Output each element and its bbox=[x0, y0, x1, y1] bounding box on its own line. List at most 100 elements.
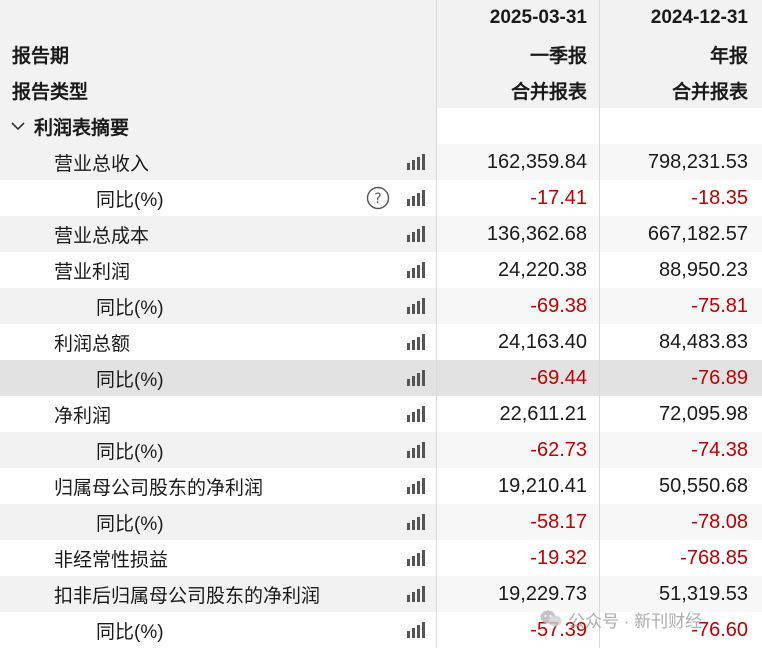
column-type-1: 合并报表 bbox=[436, 72, 599, 108]
bar-chart-icon[interactable] bbox=[406, 226, 426, 242]
bar-chart-icon[interactable] bbox=[406, 190, 426, 206]
bar-chart-icon[interactable] bbox=[406, 622, 426, 638]
bar-chart-icon[interactable] bbox=[406, 370, 426, 386]
table-row[interactable]: 归属母公司股东的净利润 19,210.41 50,550.68 bbox=[0, 468, 762, 504]
table-row[interactable]: 同比(%) -69.44 -76.89 bbox=[0, 360, 762, 396]
row-value-1: 19,210.41 bbox=[436, 468, 599, 504]
row-value-2: 72,095.98 bbox=[599, 396, 762, 432]
column-date-1[interactable]: 2025-03-31 bbox=[436, 0, 599, 36]
bar-chart-icon[interactable] bbox=[406, 298, 426, 314]
section-empty-1 bbox=[436, 108, 599, 144]
row-value-1: -69.38 bbox=[436, 288, 599, 324]
section-toggle[interactable]: 利润表摘要 bbox=[0, 108, 436, 144]
row-value-1: -69.44 bbox=[436, 360, 599, 396]
column-type-2: 合并报表 bbox=[599, 72, 762, 108]
row-value-2: -768.85 bbox=[599, 540, 762, 576]
section-row[interactable]: 利润表摘要 bbox=[0, 108, 762, 144]
bar-chart-icon[interactable] bbox=[406, 334, 426, 350]
row-label: 营业利润 bbox=[54, 261, 131, 283]
row-label-cell: 同比(%) bbox=[0, 612, 436, 648]
financial-table: 2025-03-31 2024-12-31 报告期 一季报 年报 报告类型 合并… bbox=[0, 0, 762, 649]
row-value-2: -75.81 bbox=[599, 288, 762, 324]
bar-chart-icon[interactable] bbox=[406, 406, 426, 422]
row-label: 同比(%) bbox=[96, 189, 164, 211]
table-row[interactable]: 营业总成本 136,362.68 667,182.57 bbox=[0, 216, 762, 252]
row-value-2: 667,182.57 bbox=[599, 216, 762, 252]
row-label-cell: 同比(%)? bbox=[0, 180, 436, 216]
row-label: 同比(%) bbox=[96, 297, 164, 319]
row-label-cell: 营业总收入 bbox=[0, 144, 436, 180]
row-label: 利润总额 bbox=[54, 333, 131, 355]
row-value-2: 84,483.83 bbox=[599, 324, 762, 360]
column-date-2[interactable]: 2024-12-31 bbox=[599, 0, 762, 36]
row-value-2: 50,550.68 bbox=[599, 468, 762, 504]
bar-chart-icon[interactable] bbox=[406, 262, 426, 278]
type-label: 报告类型 bbox=[0, 72, 436, 108]
chevron-down-icon[interactable] bbox=[8, 116, 28, 136]
wechat-icon bbox=[540, 610, 562, 627]
table-row[interactable]: 同比(%)? -17.41 -18.35 bbox=[0, 180, 762, 216]
row-label: 扣非后归属母公司股东的净利润 bbox=[54, 585, 321, 607]
row-value-1: 162,359.84 bbox=[436, 144, 599, 180]
row-label-cell: 同比(%) bbox=[0, 360, 436, 396]
table-row[interactable]: 净利润 22,611.21 72,095.98 bbox=[0, 396, 762, 432]
section-empty-2 bbox=[599, 108, 762, 144]
row-label-cell: 非经常性损益 bbox=[0, 540, 436, 576]
row-label: 非经常性损益 bbox=[54, 549, 169, 571]
row-value-1: -17.41 bbox=[436, 180, 599, 216]
row-value-1: 22,611.21 bbox=[436, 396, 599, 432]
row-label: 同比(%) bbox=[96, 621, 164, 643]
header-type-row: 报告类型 合并报表 合并报表 bbox=[0, 72, 762, 108]
bar-chart-icon[interactable] bbox=[406, 478, 426, 494]
row-label: 同比(%) bbox=[96, 513, 164, 535]
bar-chart-icon[interactable] bbox=[406, 154, 426, 170]
row-label-cell: 同比(%) bbox=[0, 504, 436, 540]
table-row[interactable]: 营业总收入 162,359.84 798,231.53 bbox=[0, 144, 762, 180]
section-title: 利润表摘要 bbox=[34, 117, 130, 139]
column-period-2: 年报 bbox=[599, 36, 762, 72]
table-row[interactable]: 营业利润 24,220.38 88,950.23 bbox=[0, 252, 762, 288]
period-label: 报告期 bbox=[0, 36, 436, 72]
row-label: 同比(%) bbox=[96, 369, 164, 391]
row-value-2: -76.89 bbox=[599, 360, 762, 396]
row-label: 营业总收入 bbox=[54, 153, 150, 175]
row-label-cell: 营业总成本 bbox=[0, 216, 436, 252]
table-row[interactable]: 利润总额 24,163.40 84,483.83 bbox=[0, 324, 762, 360]
row-label-cell: 营业利润 bbox=[0, 252, 436, 288]
row-label-cell: 净利润 bbox=[0, 396, 436, 432]
watermark-text: 公众号 · 新刊财经 bbox=[568, 611, 703, 631]
row-label: 净利润 bbox=[54, 405, 112, 427]
bar-chart-icon[interactable] bbox=[406, 442, 426, 458]
table-row[interactable]: 同比(%) -58.17 -78.08 bbox=[0, 504, 762, 540]
row-label-cell: 归属母公司股东的净利润 bbox=[0, 468, 436, 504]
row-label-cell: 利润总额 bbox=[0, 324, 436, 360]
header-label-cell bbox=[0, 0, 436, 36]
row-label: 归属母公司股东的净利润 bbox=[54, 477, 264, 499]
header-period-row: 报告期 一季报 年报 bbox=[0, 36, 762, 72]
table-row[interactable]: 同比(%) -69.38 -75.81 bbox=[0, 288, 762, 324]
row-label-cell: 同比(%) bbox=[0, 432, 436, 468]
row-value-2: 88,950.23 bbox=[599, 252, 762, 288]
table-row[interactable]: 同比(%) -62.73 -74.38 bbox=[0, 432, 762, 468]
row-value-1: 136,362.68 bbox=[436, 216, 599, 252]
row-value-1: -19.32 bbox=[436, 540, 599, 576]
help-icon[interactable]: ? bbox=[366, 186, 390, 210]
bar-chart-icon[interactable] bbox=[406, 514, 426, 530]
row-label: 同比(%) bbox=[96, 441, 164, 463]
row-label-cell: 同比(%) bbox=[0, 288, 436, 324]
row-value-1: -58.17 bbox=[436, 504, 599, 540]
row-value-2: -74.38 bbox=[599, 432, 762, 468]
row-label: 营业总成本 bbox=[54, 225, 150, 247]
row-value-2: -18.35 bbox=[599, 180, 762, 216]
row-value-2: -78.08 bbox=[599, 504, 762, 540]
watermark: 公众号 · 新刊财经 bbox=[540, 604, 702, 634]
row-value-1: -62.73 bbox=[436, 432, 599, 468]
row-value-2: 798,231.53 bbox=[599, 144, 762, 180]
column-period-1: 一季报 bbox=[436, 36, 599, 72]
bar-chart-icon[interactable] bbox=[406, 550, 426, 566]
header-date-row: 2025-03-31 2024-12-31 bbox=[0, 0, 762, 36]
row-value-1: 24,220.38 bbox=[436, 252, 599, 288]
row-label-cell: 扣非后归属母公司股东的净利润 bbox=[0, 576, 436, 612]
bar-chart-icon[interactable] bbox=[406, 586, 426, 602]
table-row[interactable]: 非经常性损益 -19.32 -768.85 bbox=[0, 540, 762, 576]
